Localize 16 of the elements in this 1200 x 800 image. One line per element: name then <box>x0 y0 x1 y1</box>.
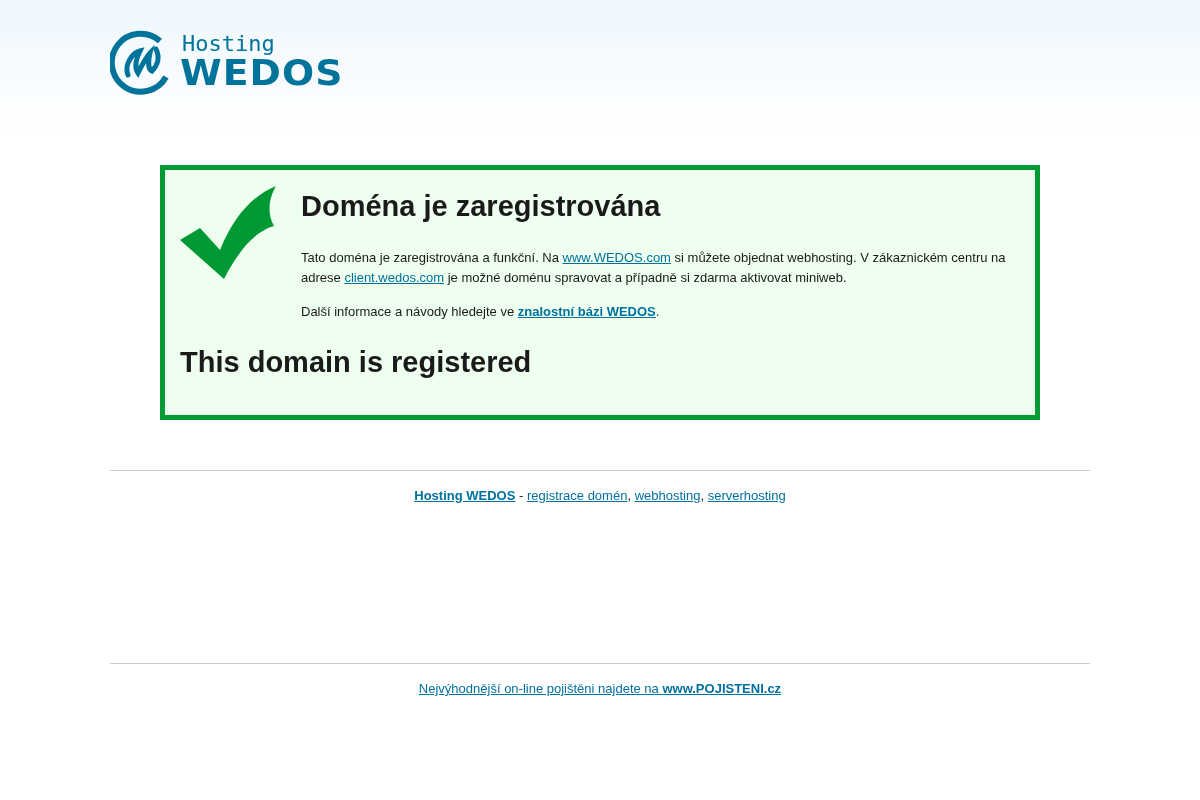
insurance-link[interactable]: Nejvýhodnější on-line pojištěni najdete na www.POJISTENI.cz <box>418 681 782 696</box>
text-link[interactable]: znalostní bázi WEDOS <box>517 304 656 319</box>
logo-wedos-text: WEDOS <box>180 55 344 91</box>
separator-text: - <box>518 488 525 503</box>
notice-paragraph: Tato doména je zaregistrována a funkční. Na www.WEDOS.com si můžete objednat webhosting. V zákaznickém centru na adrese client.wedos.com je možné doménu spravovat a případně si zdarma aktivovat miniweb. <box>301 249 1007 287</box>
checkmark-icon <box>180 186 276 280</box>
notice-title: Doména je zaregistrována <box>301 190 662 223</box>
footer-link[interactable]: serverhosting <box>707 488 786 503</box>
notice-paragraph: Další informace a návody hledejte ve znalostní bázi WEDOS. <box>301 303 661 321</box>
separator-text: , <box>627 488 633 503</box>
english-title: This domain is registered <box>180 346 533 379</box>
footer-link[interactable]: Hosting WEDOS <box>414 488 516 503</box>
separator-text: , <box>700 488 706 503</box>
logo-hosting-text: Hosting <box>182 33 276 55</box>
text-link[interactable]: client.wedos.com <box>344 270 445 285</box>
text-link[interactable]: www.WEDOS.com <box>562 250 671 265</box>
